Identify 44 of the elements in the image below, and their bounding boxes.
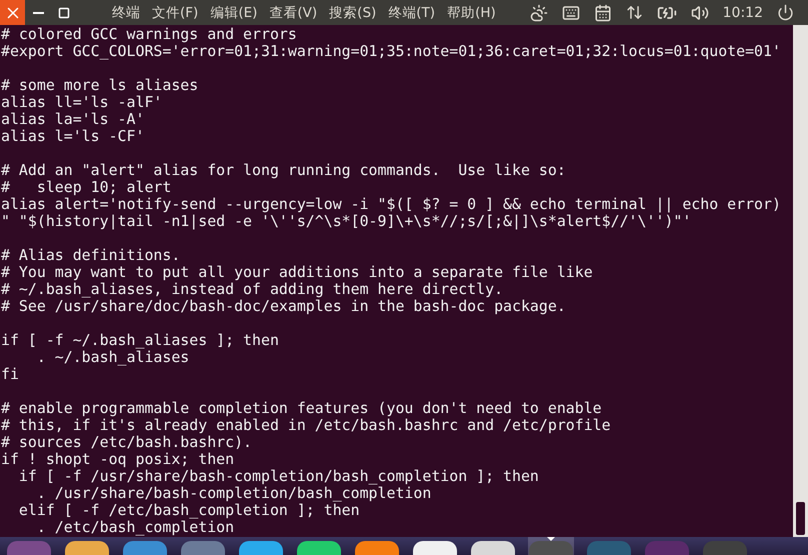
terminal-line: if [ -f /usr/share/bash-completion/bash_completion ]; then — [18, 468, 540, 485]
terminal-line: # ~/.bash_aliases, instead of adding them here directly. — [1, 281, 504, 298]
clock[interactable]: 10:12 — [722, 4, 763, 20]
app-title: 终端 — [112, 4, 140, 22]
calendar-icon[interactable] — [594, 4, 612, 22]
terminal-line: elif [ -f /etc/bash_completion ]; then — [18, 502, 360, 519]
close-button[interactable] — [0, 0, 25, 25]
terminal-line: # sleep 10; alert — [1, 179, 172, 196]
terminal-line: # this, if it's already enabled in /etc/bash.bashrc and /etc/profile — [1, 417, 612, 434]
network-icon[interactable] — [626, 4, 643, 21]
terminal-line: . /usr/share/bash-completion/bash_completion — [36, 485, 432, 502]
terminal-line: # See /usr/share/doc/bash-doc/examples in the bash-doc package. — [1, 298, 567, 315]
menu-item[interactable]: 查看(V) — [269, 4, 318, 22]
terminal-line: # colored GCC warnings and errors — [1, 26, 298, 43]
terminal-line: # You may want to put all your additions into a separate file like — [1, 264, 594, 281]
terminal-line: . /etc/bash_completion — [36, 519, 234, 536]
menu-item[interactable]: 终端(T) — [388, 4, 436, 22]
terminal-line: # some more ls aliases — [1, 77, 200, 94]
terminal-line: if [ -f ~/.bash_aliases ]; then — [1, 332, 280, 349]
keyboard-icon[interactable] — [562, 4, 580, 22]
terminal-line: # Add an "alert" alias for long running commands. Use like so: — [1, 162, 567, 179]
terminal-line: fi — [1, 366, 20, 383]
maximize-icon — [58, 6, 70, 18]
minimize-icon — [32, 12, 44, 14]
scrollbar[interactable] — [793, 25, 808, 537]
terminal-line: alias la='ls -A' — [1, 111, 146, 128]
menu-item[interactable]: 文件(F) — [152, 4, 198, 22]
menu-item[interactable]: 帮助(H) — [447, 4, 496, 22]
terminal-line: alias l='ls -CF' — [1, 128, 146, 145]
scrollbar-thumb[interactable] — [796, 502, 805, 535]
terminal-line: # enable programmable completion features (you don't need to enable — [1, 400, 603, 417]
weather-icon[interactable] — [530, 4, 548, 22]
terminal-line: " "$(history|tail -n1|sed -e '\''s/^\s*[0-9]\+\s*//;s/[;&|]\s*alert$//'\'')"' — [1, 213, 692, 230]
terminal-line: alias alert='notify-send --urgency=low -i "$([ $? = 0 ] && echo terminal || echo error) — [1, 196, 782, 213]
terminal-line: # Alias definitions. — [1, 247, 182, 264]
menu-item[interactable]: 编辑(E) — [210, 4, 258, 22]
terminal-line: alias ll='ls -alF' — [1, 94, 164, 111]
volume-icon[interactable] — [690, 4, 709, 22]
terminal-line: #export GCC_COLORS='error=01;31:warning=01;35:note=01;36:caret=01;32:locus=01:quote=01' — [1, 43, 782, 60]
menu-item[interactable]: 搜索(S) — [329, 4, 376, 22]
terminal-line: . ~/.bash_aliases — [36, 349, 190, 366]
terminal-line: # sources /etc/bash.bashrc). — [1, 434, 254, 451]
power-icon[interactable] — [777, 4, 794, 21]
terminal-line: if ! shopt -oq posix; then — [1, 451, 236, 468]
